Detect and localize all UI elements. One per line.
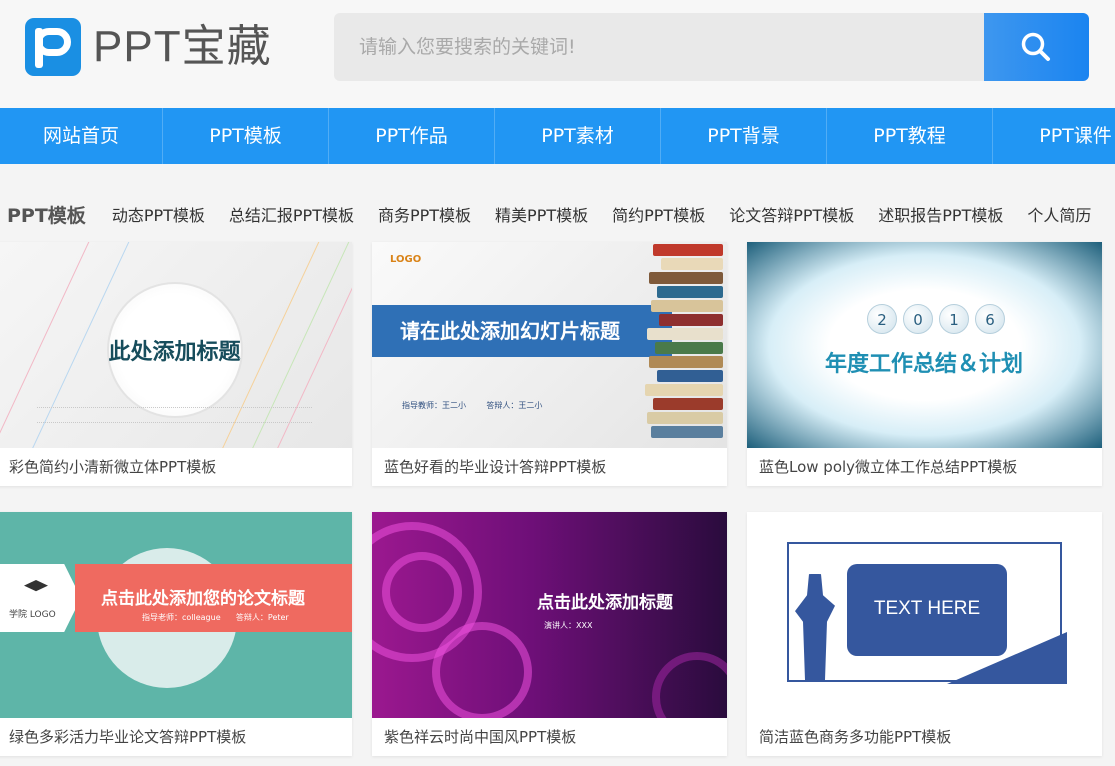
nav-item-ppt-materials[interactable]: PPT素材 bbox=[495, 108, 661, 164]
category-link[interactable]: 论文答辩PPT模板 bbox=[729, 202, 854, 226]
nav-item-ppt-backgrounds[interactable]: PPT背景 bbox=[661, 108, 827, 164]
template-card[interactable]: 学院 LOGO 点击此处添加您的论文标题 指导老师：colleague 答辩人：… bbox=[0, 512, 352, 756]
template-card[interactable]: 2 0 1 6 年度工作总结＆计划 蓝色Low poly微立体工作总结PPT模板 bbox=[747, 242, 1102, 486]
thumbnail-title: 年度工作总结＆计划 bbox=[825, 352, 1024, 377]
books-stack-icon bbox=[645, 242, 727, 448]
year-digit: 6 bbox=[975, 304, 1005, 334]
category-row: PPT模板 动态PPT模板 总结汇报PPT模板 商务PPT模板 精美PPT模板 … bbox=[0, 196, 1115, 232]
template-card[interactable]: 此处添加标题 彩色简约小清新微立体PPT模板 bbox=[0, 242, 352, 486]
nav-item-home[interactable]: 网站首页 bbox=[0, 108, 163, 164]
template-card[interactable]: LOGO 请在此处添加幻灯片标题 指导教师：王二小 答辩人：王二小 蓝色好看的毕… bbox=[372, 242, 727, 486]
nav-item-ppt-templates[interactable]: PPT模板 bbox=[163, 108, 329, 164]
year-digit: 0 bbox=[903, 304, 933, 334]
thumbnail-presenter: 演讲人：XXX bbox=[544, 621, 593, 630]
advisor-label: 指导老师：colleague bbox=[142, 613, 221, 622]
template-card[interactable]: TEXT HERE 简洁蓝色商务多功能PPT模板 bbox=[747, 512, 1102, 756]
search-icon bbox=[1021, 32, 1050, 61]
template-thumbnail[interactable]: 此处添加标题 bbox=[0, 242, 352, 448]
main-nav: 网站首页 PPT模板 PPT作品 PPT素材 PPT背景 PPT教程 PPT课件 bbox=[0, 108, 1115, 164]
nav-item-ppt-works[interactable]: PPT作品 bbox=[329, 108, 495, 164]
template-thumbnail[interactable]: LOGO 请在此处添加幻灯片标题 指导教师：王二小 答辩人：王二小 bbox=[372, 242, 727, 448]
nav-item-ppt-tutorials[interactable]: PPT教程 bbox=[827, 108, 993, 164]
advisor-label: 指导教师：王二小 bbox=[402, 401, 466, 410]
search-button[interactable] bbox=[984, 13, 1089, 81]
template-thumbnail[interactable]: 学院 LOGO 点击此处添加您的论文标题 指导老师：colleague 答辩人：… bbox=[0, 512, 352, 718]
cloud-swirl-icon bbox=[382, 552, 462, 632]
search-input[interactable] bbox=[334, 13, 984, 81]
template-thumbnail[interactable]: 点击此处添加标题 演讲人：XXX bbox=[372, 512, 727, 718]
template-title[interactable]: 绿色多彩活力毕业论文答辩PPT模板 bbox=[0, 718, 352, 756]
presenter-label: 答辩人：王二小 bbox=[486, 401, 543, 410]
thumbnail-meta: 指导教师：王二小 答辩人：王二小 bbox=[402, 400, 542, 411]
template-card[interactable]: 点击此处添加标题 演讲人：XXX 紫色祥云时尚中国风PPT模板 bbox=[372, 512, 727, 756]
site-header: PPT宝藏 bbox=[0, 0, 1115, 108]
cloud-swirl-icon bbox=[432, 622, 532, 718]
category-link[interactable]: 精美PPT模板 bbox=[495, 202, 588, 226]
category-link[interactable]: 个人简历 bbox=[1027, 202, 1091, 226]
logo-p-icon bbox=[25, 18, 81, 76]
template-thumbnail[interactable]: 2 0 1 6 年度工作总结＆计划 bbox=[747, 242, 1102, 448]
template-title[interactable]: 彩色简约小清新微立体PPT模板 bbox=[0, 448, 352, 486]
site-logo[interactable]: PPT宝藏 bbox=[25, 18, 272, 76]
category-link[interactable]: 总结汇报PPT模板 bbox=[229, 202, 354, 226]
template-thumbnail[interactable]: TEXT HERE bbox=[747, 512, 1102, 718]
category-link[interactable]: 商务PPT模板 bbox=[378, 202, 471, 226]
template-title[interactable]: 紫色祥云时尚中国风PPT模板 bbox=[372, 718, 727, 756]
cloud-swirl-icon bbox=[652, 652, 727, 718]
thumbnail-logo: LOGO bbox=[390, 254, 422, 265]
category-link[interactable]: 简约PPT模板 bbox=[612, 202, 705, 226]
year-digit: 2 bbox=[867, 304, 897, 334]
presenter-label: 答辩人：Peter bbox=[235, 613, 289, 622]
year-balls: 2 0 1 6 bbox=[867, 304, 1005, 334]
search-bar bbox=[334, 13, 1089, 81]
placeholder-text-lines bbox=[37, 407, 312, 423]
thumbnail-meta: 指导老师：colleague 答辩人：Peter bbox=[142, 612, 289, 623]
category-link[interactable]: 述职报告PPT模板 bbox=[878, 202, 1003, 226]
site-name: PPT宝藏 bbox=[93, 22, 272, 71]
year-digit: 1 bbox=[939, 304, 969, 334]
category-title: PPT模板 bbox=[7, 204, 86, 227]
nav-item-ppt-courseware[interactable]: PPT课件 bbox=[993, 108, 1115, 164]
template-title[interactable]: 蓝色好看的毕业设计答辩PPT模板 bbox=[372, 448, 727, 486]
logo-tab bbox=[0, 564, 81, 632]
category-link[interactable]: 动态PPT模板 bbox=[112, 202, 205, 226]
thumbnail-title: 请在此处添加幻灯片标题 bbox=[400, 319, 620, 343]
thumbnail-title: 点击此处添加标题 bbox=[537, 593, 673, 613]
thumbnail-title: 点击此处添加您的论文标题 bbox=[101, 589, 305, 609]
school-logo-label: 学院 LOGO bbox=[9, 610, 56, 620]
thumbnail-title: TEXT HERE bbox=[873, 598, 981, 619]
template-title[interactable]: 简洁蓝色商务多功能PPT模板 bbox=[747, 718, 1102, 756]
thumbnail-title: 此处添加标题 bbox=[108, 340, 241, 365]
template-title[interactable]: 蓝色Low poly微立体工作总结PPT模板 bbox=[747, 448, 1102, 486]
